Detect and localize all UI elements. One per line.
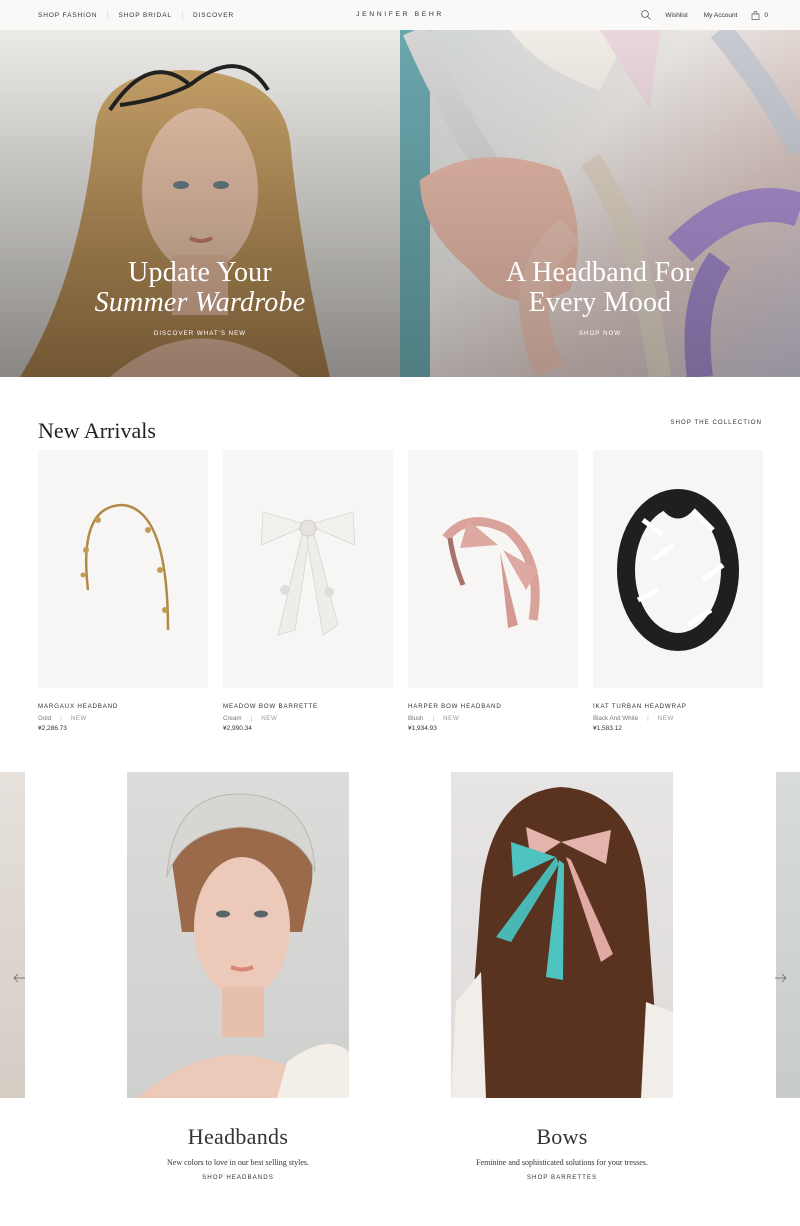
- hero-text-right: A Headband For Every Mood SHOP NOW: [400, 258, 800, 338]
- product-color: Black And White: [593, 715, 639, 722]
- category-title: Bows: [536, 1124, 588, 1149]
- wishlist-link[interactable]: Wishlist: [665, 12, 687, 19]
- bag-count[interactable]: 0: [764, 12, 768, 19]
- nav-discover[interactable]: DISCOVER: [181, 11, 244, 19]
- product-price: ¥2,286.73: [38, 725, 67, 732]
- utility-nav: Wishlist My Account 0: [640, 0, 768, 30]
- hero-text-left: Update Your Summer Wardrobe DISCOVER WHA…: [0, 258, 400, 338]
- product-card[interactable]: MEADOW BOW BARRETTE Cream | NEW ¥2,990.3…: [223, 450, 393, 732]
- category-description: Feminine and sophisticated solutions for…: [476, 1158, 648, 1167]
- category-headbands: Headbands New colors to love in our best…: [76, 1124, 400, 1181]
- bows-category-image[interactable]: [451, 772, 673, 1098]
- product-image[interactable]: [223, 450, 393, 688]
- new-badge: NEW: [70, 715, 87, 722]
- category-description: New colors to love in our best selling s…: [167, 1158, 309, 1167]
- hero-title-line1: Update Your: [128, 257, 272, 288]
- main-nav: SHOP FASHION SHOP BRIDAL DISCOVER: [38, 0, 244, 30]
- hero-banner-headbands[interactable]: A Headband For Every Mood SHOP NOW: [400, 30, 800, 377]
- hero-banner-summer[interactable]: Update Your Summer Wardrobe DISCOVER WHA…: [0, 30, 400, 377]
- arrow-left-icon[interactable]: [12, 972, 26, 984]
- product-price: ¥1,583.12: [593, 725, 622, 732]
- shop-the-collection-link[interactable]: SHOP THE COLLECTION: [670, 419, 762, 426]
- site-header: SHOP FASHION SHOP BRIDAL DISCOVER JENNIF…: [0, 0, 800, 30]
- product-meta: Cream | NEW: [223, 715, 393, 722]
- category-title: Headbands: [187, 1124, 289, 1149]
- carousel-prev-slide-peek[interactable]: [0, 772, 25, 1098]
- shop-headbands-link[interactable]: SHOP HEADBANDS: [76, 1174, 400, 1181]
- bow-headband-image: [442, 517, 540, 628]
- turban-headwrap-image: [617, 489, 739, 651]
- hero-title: Update Your Summer Wardrobe: [0, 258, 400, 318]
- product-name[interactable]: MEADOW BOW BARRETTE: [223, 703, 393, 710]
- product-card[interactable]: MARGAUX HEADBAND Gold | NEW ¥2,286.73: [38, 450, 208, 732]
- product-meta: Black And White | NEW: [593, 715, 763, 722]
- shop-barrettes-link[interactable]: SHOP BARRETTES: [400, 1174, 724, 1181]
- product-image[interactable]: [408, 450, 578, 688]
- product-meta: Gold | NEW: [38, 715, 208, 722]
- new-badge: NEW: [657, 715, 674, 722]
- meta-separator: |: [250, 715, 253, 722]
- product-image[interactable]: [593, 450, 763, 688]
- product-meta: Blush | NEW: [408, 715, 578, 722]
- product-card[interactable]: HARPER BOW HEADBAND Blush | NEW ¥1,934.9…: [408, 450, 578, 732]
- product-color: Blush: [408, 715, 424, 722]
- hero-title-line2: Every Mood: [528, 287, 672, 318]
- shopping-bag-icon[interactable]: [751, 10, 760, 20]
- carousel-next-slide-peek[interactable]: [776, 772, 800, 1098]
- product-price: ¥1,934.93: [408, 725, 437, 732]
- meta-separator: |: [60, 715, 62, 722]
- product-name[interactable]: IKAT TURBAN HEADWRAP: [593, 703, 763, 710]
- arrow-right-icon[interactable]: [774, 972, 788, 984]
- product-color: Gold: [38, 715, 52, 722]
- hero-title-line1: A Headband For: [506, 257, 694, 288]
- meta-separator: |: [432, 715, 435, 722]
- headbands-model-image: [137, 793, 349, 1098]
- bows-model-image: [451, 787, 673, 1098]
- my-account-link[interactable]: My Account: [704, 12, 738, 19]
- new-badge: NEW: [261, 715, 278, 722]
- product-name[interactable]: HARPER BOW HEADBAND: [408, 703, 578, 710]
- bow-barrette-image: [260, 511, 356, 636]
- shop-now-link[interactable]: SHOP NOW: [400, 330, 800, 337]
- nav-shop-fashion[interactable]: SHOP FASHION: [38, 12, 107, 19]
- product-name[interactable]: MARGAUX HEADBAND: [38, 703, 208, 710]
- new-arrivals-title: New Arrivals: [38, 418, 156, 443]
- new-badge: NEW: [443, 715, 460, 722]
- product-card[interactable]: IKAT TURBAN HEADWRAP Black And White | N…: [593, 450, 763, 732]
- product-image[interactable]: [38, 450, 208, 688]
- meta-separator: |: [647, 715, 649, 722]
- product-price: ¥2,990.34: [223, 725, 252, 732]
- hero-title-line2: Summer Wardrobe: [94, 287, 306, 318]
- product-color: Cream: [223, 715, 242, 722]
- discover-whats-new-link[interactable]: DISCOVER WHAT'S NEW: [0, 330, 400, 337]
- hero-title: A Headband For Every Mood: [400, 258, 800, 318]
- nav-shop-bridal[interactable]: SHOP BRIDAL: [107, 11, 182, 19]
- headband-image: [80, 503, 170, 631]
- category-bows: Bows Feminine and sophisticated solution…: [400, 1124, 724, 1181]
- search-icon[interactable]: [640, 9, 652, 21]
- headbands-category-image[interactable]: [127, 772, 349, 1098]
